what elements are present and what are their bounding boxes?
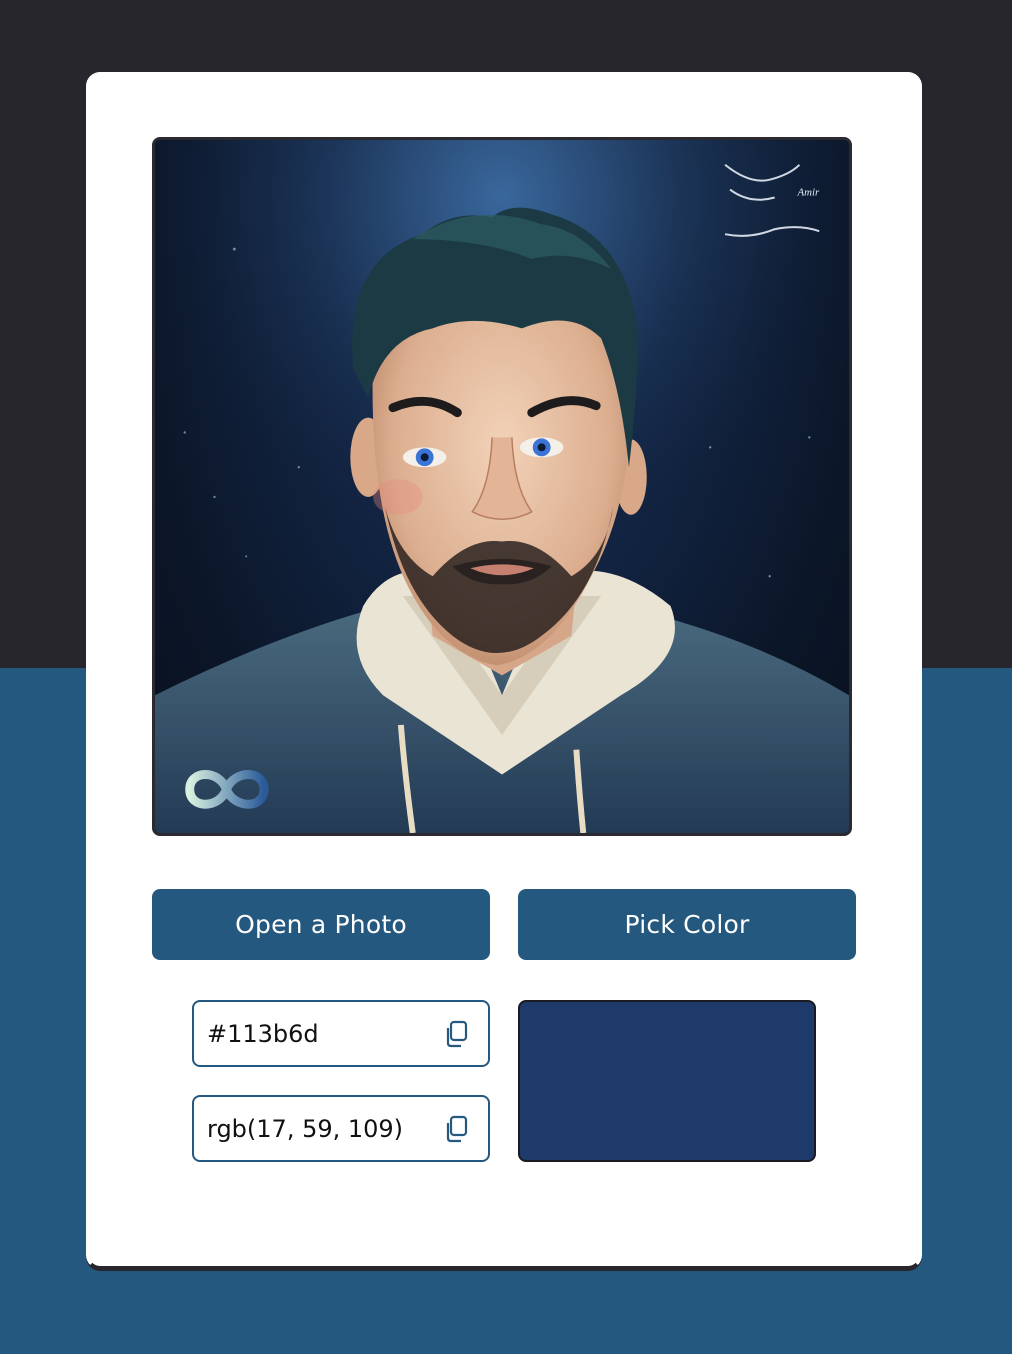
- open-photo-button[interactable]: Open a Photo: [152, 889, 490, 960]
- rgb-value: rgb(17, 59, 109): [207, 1114, 404, 1143]
- hex-value: #113b6d: [207, 1019, 319, 1048]
- photo-preview[interactable]: Amir: [152, 137, 852, 836]
- svg-text:Amir: Amir: [796, 187, 820, 199]
- copy-icon[interactable]: [442, 1114, 472, 1144]
- portrait-image: Amir: [155, 140, 849, 833]
- rgb-field[interactable]: rgb(17, 59, 109): [192, 1095, 490, 1162]
- copy-icon[interactable]: [442, 1019, 472, 1049]
- hex-field[interactable]: #113b6d: [192, 1000, 490, 1067]
- pick-color-button[interactable]: Pick Color: [518, 889, 856, 960]
- color-swatch: [518, 1000, 816, 1162]
